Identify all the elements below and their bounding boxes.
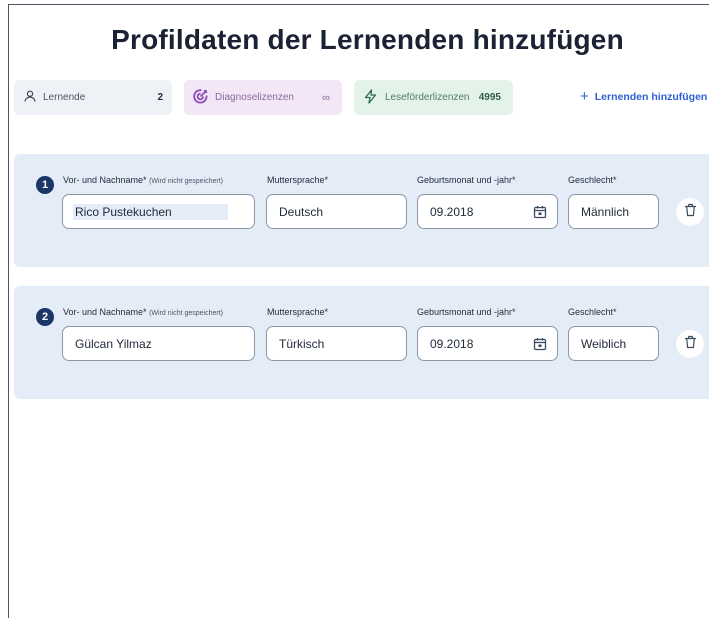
learner-card: 1 Vor- und Nachname* (Wird nicht gespeic… [14, 154, 709, 267]
language-value: Türkisch [279, 336, 325, 351]
stat-lernende: Lernende 2 [14, 80, 172, 115]
language-value: Deutsch [279, 204, 324, 219]
stat-lesefoerderlizenzen-label: Leseförderlizenzen [385, 92, 470, 103]
gender-label: Geschlecht* [568, 175, 617, 185]
plus-icon: + [580, 88, 589, 105]
name-label: Vor- und Nachname* (Wird nicht gespeiche… [63, 307, 223, 317]
page-title: Profildaten der Lernenden hinzufügen [111, 24, 624, 55]
learner-number-badge: 2 [36, 308, 54, 326]
stat-lernende-label: Lernende [43, 92, 86, 103]
birth-label: Geburtsmonat und -jahr* [417, 307, 516, 317]
calendar-icon[interactable] [533, 337, 547, 354]
stat-lesefoerderlizenzen-count: 4995 [478, 92, 501, 103]
name-label-note: (Wird nicht gespeichert) [149, 310, 223, 317]
stat-diagnoselizenzen: Diagnoselizenzen ∞ [184, 80, 342, 115]
name-label-text: Vor- und Nachname* [63, 175, 147, 185]
language-select[interactable]: Deutsch [266, 194, 407, 229]
lightning-icon [364, 88, 377, 107]
name-label-note: (Wird nicht gespeichert) [149, 178, 223, 185]
language-label: Muttersprache* [267, 175, 329, 185]
trash-icon [684, 335, 697, 354]
target-icon [192, 88, 209, 108]
language-select[interactable]: Türkisch [266, 326, 407, 361]
birth-value: 09.2018 [430, 204, 474, 219]
gender-select[interactable]: Männlich [568, 194, 659, 229]
name-label-text: Vor- und Nachname* [63, 307, 147, 317]
stat-lesefoerderlizenzen: Leseförderlizenzen 4995 [354, 80, 513, 115]
trash-icon [684, 203, 697, 222]
stat-diagnoselizenzen-label: Diagnoselizenzen [215, 92, 294, 103]
add-learner-label: Lernenden hinzufügen [594, 90, 708, 103]
learner-card: 2 Vor- und Nachname* (Wird nicht gespeic… [14, 286, 709, 399]
stat-diagnoselizenzen-count: ∞ [322, 91, 330, 104]
learner-number-badge: 1 [36, 176, 54, 194]
name-value: Rico Pustekuchen [73, 203, 228, 220]
calendar-icon[interactable] [533, 205, 547, 222]
gender-select[interactable]: Weiblich [568, 326, 659, 361]
gender-label: Geschlecht* [568, 307, 617, 317]
name-value: Gülcan Yilmaz [75, 336, 152, 351]
name-input[interactable]: Gülcan Yilmaz [62, 326, 255, 361]
delete-learner-button[interactable] [676, 198, 704, 226]
delete-learner-button[interactable] [676, 330, 704, 358]
user-icon [24, 90, 36, 105]
birth-label: Geburtsmonat und -jahr* [417, 175, 516, 185]
birth-value: 09.2018 [430, 336, 474, 351]
add-learner-button[interactable]: + Lernenden hinzufügen [580, 89, 707, 104]
stat-lernende-count: 2 [157, 92, 163, 103]
birth-date-input[interactable]: 09.2018 [417, 194, 558, 229]
gender-value: Weiblich [581, 336, 627, 351]
birth-date-input[interactable]: 09.2018 [417, 326, 558, 361]
language-label: Muttersprache* [267, 307, 329, 317]
name-label: Vor- und Nachname* (Wird nicht gespeiche… [63, 175, 223, 185]
name-input[interactable]: Rico Pustekuchen [62, 194, 255, 229]
gender-value: Männlich [581, 204, 630, 219]
